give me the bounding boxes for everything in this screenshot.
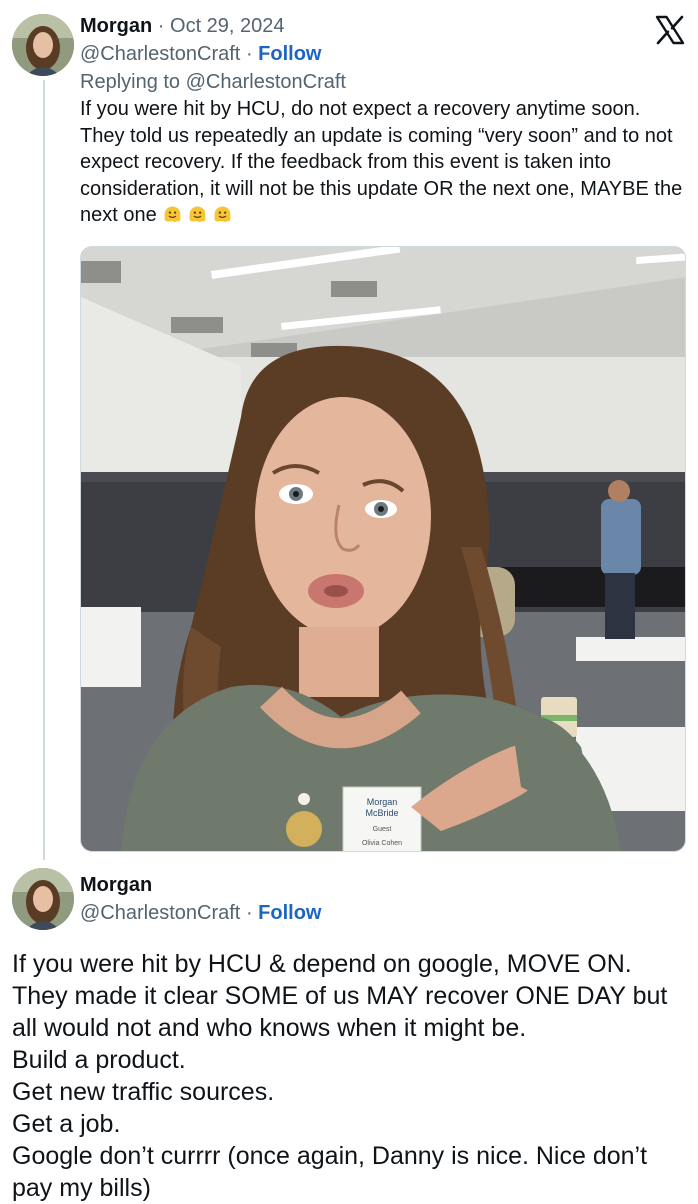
tweet-text-last-line: next one <box>80 202 686 229</box>
replying-to-label: Replying to <box>80 71 181 93</box>
follow-button[interactable]: Follow <box>258 43 321 65</box>
tweet-text-line: next one <box>80 204 157 226</box>
badge-line: Guest <box>373 826 392 833</box>
thread-connector-line <box>43 80 45 860</box>
author-name[interactable]: Morgan <box>80 15 152 37</box>
tweet-2-text: If you were hit by HCU & depend on googl… <box>12 948 692 1204</box>
tweet-photo[interactable]: Morgan McBride Guest Olivia Cohen <box>80 246 686 852</box>
tweet-text-line: If you were hit by HCU, do not expect a … <box>80 98 641 120</box>
tweet-1-text: If you were hit by HCU, do not expect a … <box>80 96 686 229</box>
melting-face-icon <box>214 206 231 223</box>
tweet-text-line: all would not and who knows when it migh… <box>12 1014 527 1042</box>
badge-line: Morgan <box>367 797 398 807</box>
tweet-text-line: They told us repeatedly an update is com… <box>80 124 673 147</box>
melting-face-icon <box>189 206 206 223</box>
tweet-2-header: Morgan <box>80 873 152 897</box>
avatar[interactable] <box>12 14 74 76</box>
tweet-1-handle-row: @CharlestonCraft · Follow <box>80 42 322 66</box>
author-handle[interactable]: @CharlestonCraft <box>80 902 240 924</box>
tweet-text-line: Build a product. <box>12 1046 186 1074</box>
tweet-1-header: Morgan · Oct 29, 2024 <box>80 14 285 38</box>
separator-dot: · <box>245 902 253 924</box>
separator-dot: · <box>245 43 253 65</box>
tweet-2-handle-row: @CharlestonCraft · Follow <box>80 901 322 925</box>
melting-face-icon <box>164 206 181 223</box>
replying-to-line: Replying to @CharlestonCraft <box>80 70 346 94</box>
tweet-text-line: Google don’t currrr (once again, Danny i… <box>12 1142 648 1170</box>
tweet-text-line: Get a job. <box>12 1110 121 1138</box>
tweet-text-line: consideration, it will not be this updat… <box>80 177 683 200</box>
tweet-text-line: expect recovery. If the feedback from th… <box>80 151 612 173</box>
tweet-date[interactable]: Oct 29, 2024 <box>170 15 285 37</box>
badge-line: Olivia Cohen <box>362 840 402 847</box>
tweet-text-line: pay my bills) <box>12 1174 151 1202</box>
replying-to-handle[interactable]: @CharlestonCraft <box>186 71 346 93</box>
avatar[interactable] <box>12 868 74 930</box>
follow-button[interactable]: Follow <box>258 902 321 924</box>
tweet-text-line: If you were hit by HCU & depend on googl… <box>12 950 632 978</box>
tweet-text-line: Get new traffic sources. <box>12 1078 275 1106</box>
x-logo-icon[interactable] <box>654 14 686 46</box>
author-name[interactable]: Morgan <box>80 874 152 896</box>
author-handle[interactable]: @CharlestonCraft <box>80 43 240 65</box>
separator-dot: · <box>157 15 165 37</box>
tweet-text-line: They made it clear SOME of us MAY recove… <box>12 982 668 1010</box>
badge-line: McBride <box>365 808 398 818</box>
